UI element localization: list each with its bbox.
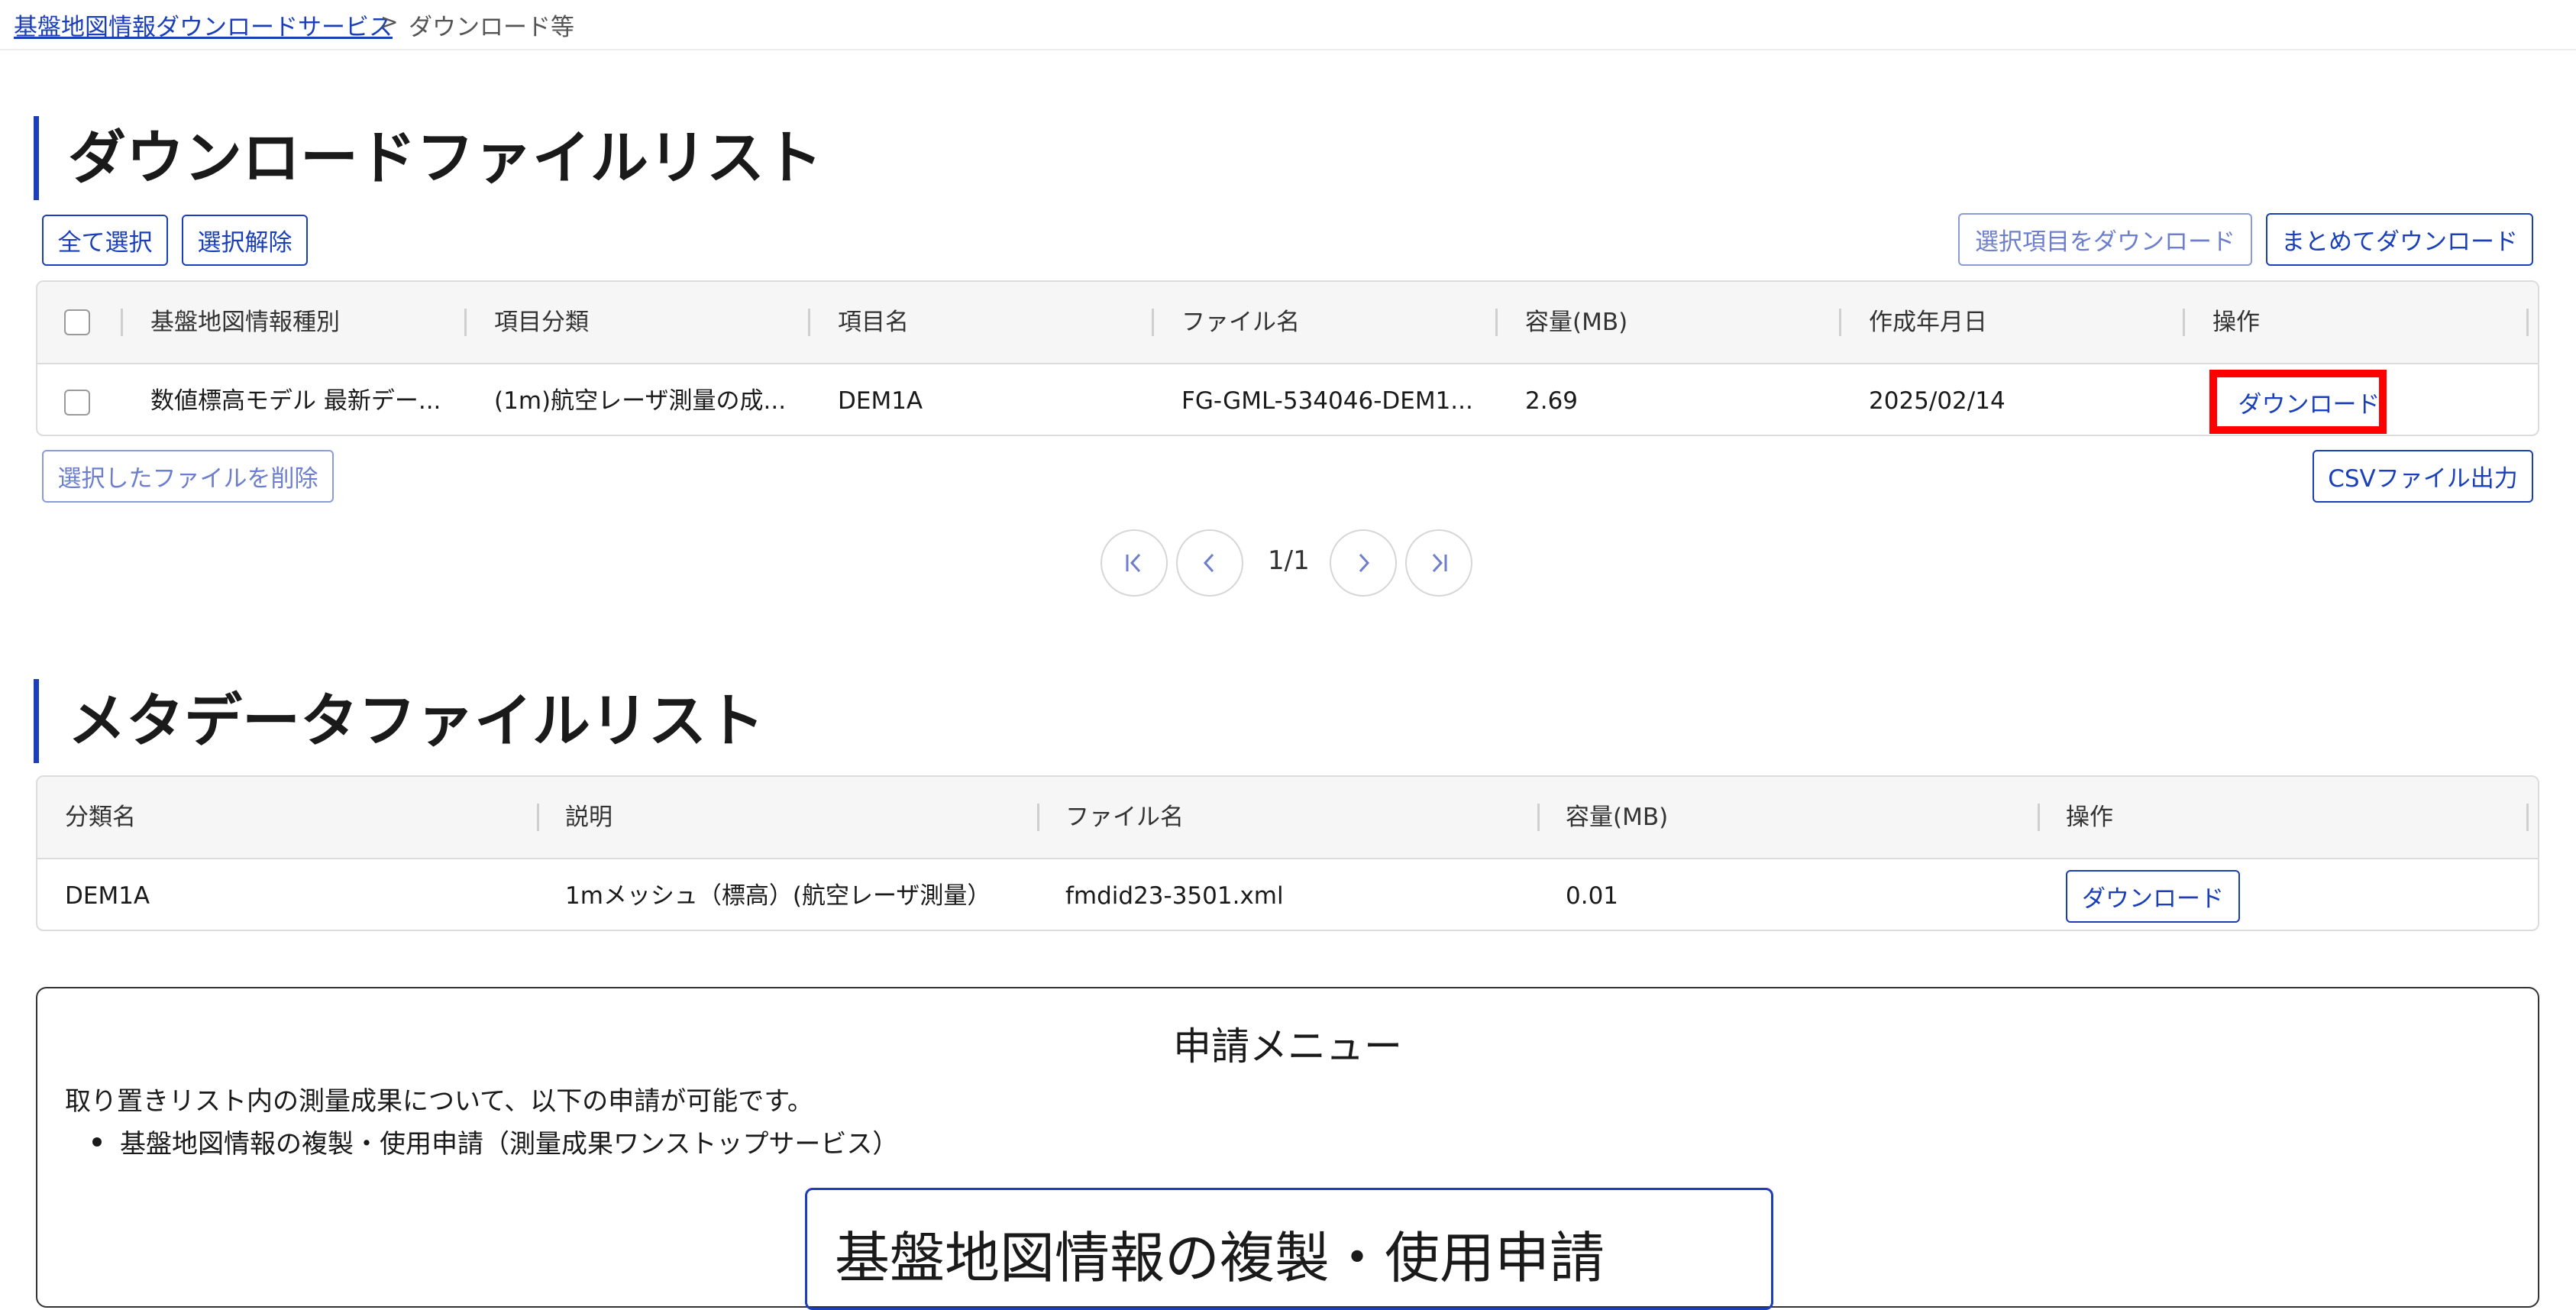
select-all-checkbox[interactable] [64,309,90,335]
column-header: 基盤地図情報種別 [150,309,340,336]
column-header: 分類名 [65,804,136,831]
last-page-icon [1432,553,1447,573]
chevron-right-icon [1359,553,1370,573]
bullet-icon [92,1137,102,1147]
cell-size: 0.01 [1566,882,1619,910]
apply-button[interactable]: 基盤地図情報の複製・使用申請 [805,1188,1773,1310]
application-menu-item-label: 基盤地図情報の複製・使用申請（測量成果ワンストップサービス） [120,1129,899,1160]
page-indicator: 1/1 [1268,545,1310,576]
column-divider [2183,309,2185,336]
column-header: 操作 [2212,309,2260,336]
column-header: 項目分類 [494,309,589,336]
breadcrumb: 基盤地図情報ダウンロードサービス > ダウンロード等 [0,0,2576,50]
table-row: DEM1A 1mメッシュ（標高）(航空レーザ測量） fmdid23-3501.x… [37,859,2538,930]
column-header: 操作 [2066,804,2113,831]
column-divider [1152,309,1154,336]
select-all-button[interactable]: 全て選択 [42,215,168,266]
cell-size: 2.69 [1525,387,1579,415]
prev-page-button[interactable] [1176,529,1243,597]
cell-file: fmdid23-3501.xml [1065,882,1284,910]
column-divider [2526,309,2529,336]
deselect-button[interactable]: 選択解除 [182,215,308,266]
delete-selected-button[interactable]: 選択したファイルを削除 [42,450,334,503]
csv-export-button[interactable]: CSVファイル出力 [2313,450,2533,503]
column-header: 説明 [565,804,612,831]
column-header: ファイル名 [1181,309,1300,336]
download-all-button[interactable]: まとめてダウンロード [2266,213,2533,266]
cell-date: 2025/02/14 [1869,387,2006,415]
metadata-file-table: 分類名 説明 ファイル名 容量(MB) 操作 DEM1A 1mメッシュ（標高）(… [36,775,2539,931]
cell-item: DEM1A [838,387,923,415]
column-header: 作成年月日 [1869,309,1987,336]
chevron-left-icon [1203,553,1214,573]
cell-category: DEM1A [65,882,150,910]
table-row: 数値標高モデル 最新デー... (1m)航空レーザ測量の成... DEM1A F… [37,364,2538,435]
column-divider [121,309,123,336]
column-header: 容量(MB) [1566,804,1669,831]
table-header: 基盤地図情報種別 項目分類 項目名 ファイル名 容量(MB) 作成年月日 操作 [37,282,2538,364]
column-divider [808,309,810,336]
breadcrumb-home-link[interactable]: 基盤地図情報ダウンロードサービス [14,8,393,42]
column-divider [2038,804,2040,831]
application-menu-description: 取り置きリスト内の測量成果について、以下の申請が可能です。 [65,1086,813,1117]
first-page-icon [1126,553,1141,573]
column-divider [1495,309,1498,336]
cell-category: (1m)航空レーザ測量の成... [494,387,787,415]
first-page-button[interactable] [1101,529,1168,597]
column-header: 項目名 [838,309,909,336]
row-checkbox[interactable] [64,390,90,416]
column-divider [1537,804,1540,831]
table-header: 分類名 説明 ファイル名 容量(MB) 操作 [37,777,2538,859]
column-divider [1037,804,1039,831]
cell-file: FG-GML-534046-DEM1... [1181,387,1473,415]
download-selected-button[interactable]: 選択項目をダウンロード [1958,213,2252,266]
next-page-button[interactable] [1330,529,1397,597]
column-divider [537,804,539,831]
last-page-button[interactable] [1405,529,1472,597]
breadcrumb-separator: > [380,9,399,34]
column-header: ファイル名 [1065,804,1184,831]
application-menu: 申請メニュー 取り置きリスト内の測量成果について、以下の申請が可能です。 基盤地… [36,987,2539,1310]
application-menu-item: 基盤地図情報の複製・使用申請（測量成果ワンストップサービス） [92,1123,898,1160]
column-divider [2526,804,2529,831]
highlight-box [2209,370,2387,434]
breadcrumb-current: ダウンロード等 [409,14,574,41]
cell-type: 数値標高モデル 最新デー... [150,387,441,415]
download-file-table: 基盤地図情報種別 項目分類 項目名 ファイル名 容量(MB) 作成年月日 操作 … [36,280,2539,436]
column-divider [464,309,467,336]
metadata-download-button[interactable]: ダウンロード [2066,870,2240,923]
column-divider [1839,309,1841,336]
download-list-title: ダウンロードファイルリスト [34,116,823,200]
application-menu-title: 申請メニュー [1173,1024,1402,1069]
column-header: 容量(MB) [1525,309,1628,336]
cell-description: 1mメッシュ（標高）(航空レーザ測量） [565,882,991,910]
metadata-list-title: メタデータファイルリスト [34,679,764,763]
